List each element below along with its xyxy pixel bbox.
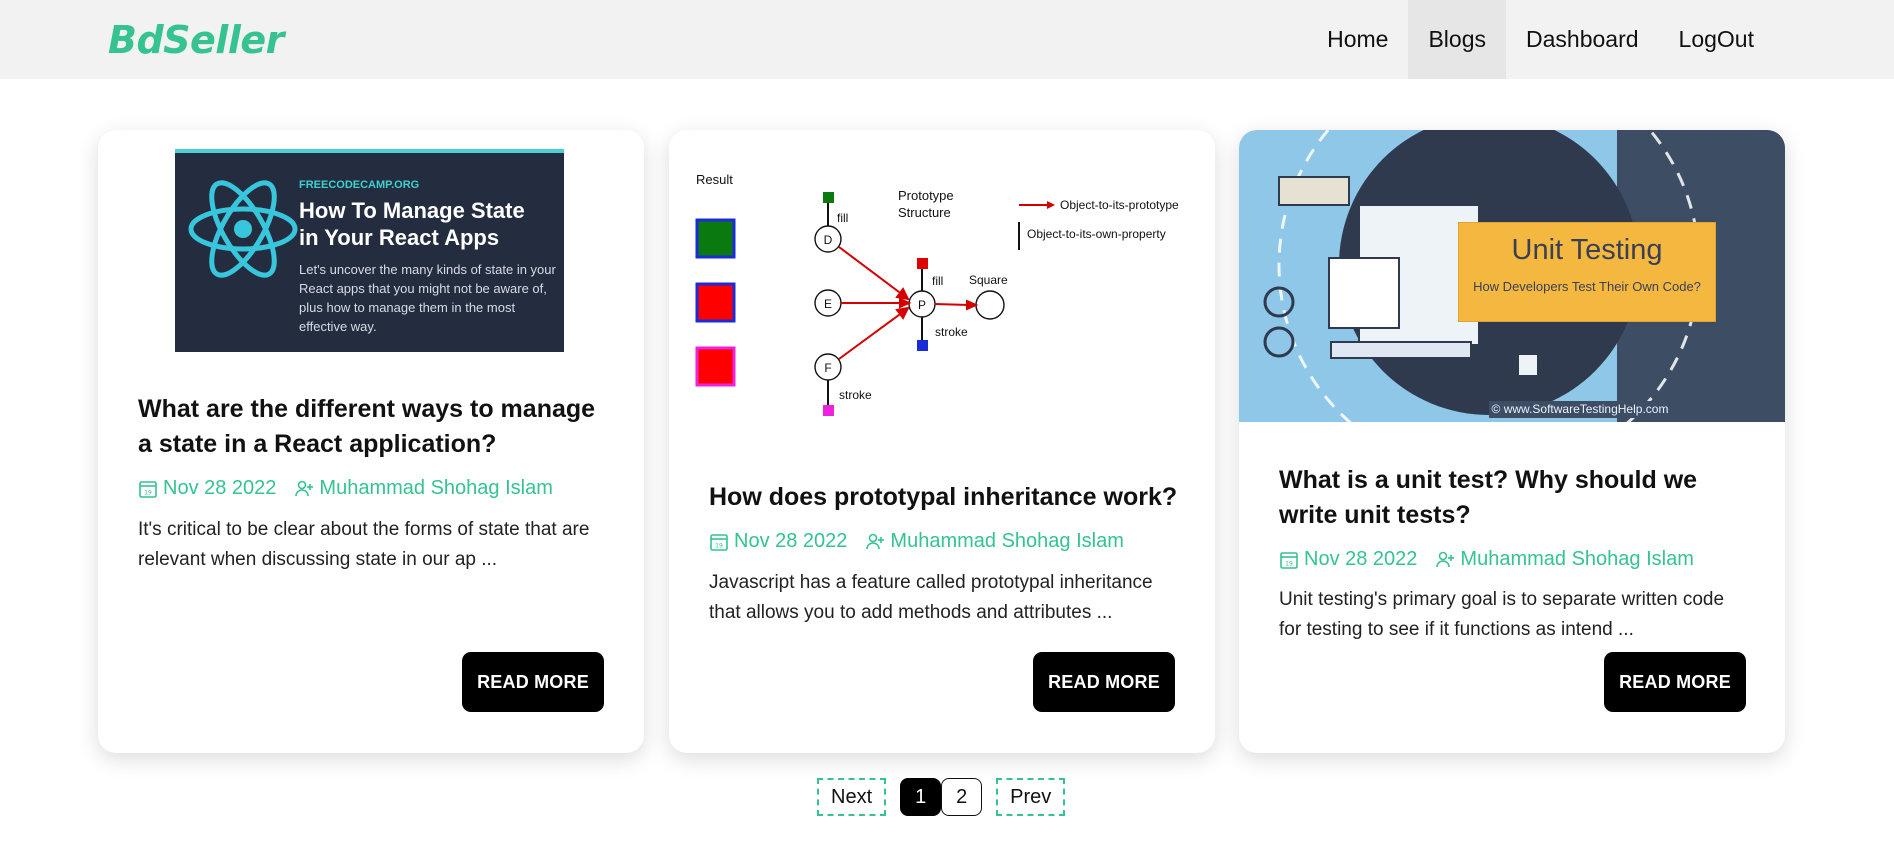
image-credit: © www.SoftwareTestingHelp.com bbox=[1489, 401, 1671, 418]
calendar-icon: 19 bbox=[1279, 550, 1299, 570]
page-button-2[interactable]: 2 bbox=[941, 778, 983, 816]
card-author[interactable]: Muhammad Shohag Islam bbox=[890, 530, 1123, 553]
thumbnail-subtext: Let's uncover the many kinds of state in… bbox=[299, 262, 556, 334]
nav-home[interactable]: Home bbox=[1307, 0, 1408, 79]
top-navbar: BdSeller Home Blogs Dashboard LogOut bbox=[0, 0, 1894, 79]
blog-thumbnail: FREECODECAMP.ORG How To Manage State in … bbox=[175, 149, 564, 352]
user-plus-icon bbox=[294, 479, 314, 499]
user-plus-icon bbox=[1435, 550, 1455, 570]
card-title[interactable]: What is a unit test? Why should we write… bbox=[1279, 463, 1749, 533]
prototype-diagram: Result Prototype Structure Object-to-its… bbox=[695, 172, 1179, 416]
svg-text:Object-to-its-own-property: Object-to-its-own-property bbox=[1027, 227, 1166, 241]
svg-text:fill: fill bbox=[837, 211, 848, 225]
svg-text:stroke: stroke bbox=[935, 325, 968, 339]
card-author[interactable]: Muhammad Shohag Islam bbox=[319, 477, 552, 500]
result-square-red bbox=[695, 282, 736, 323]
blog-thumbnail: Unit Testing How Developers Test Their O… bbox=[1239, 130, 1785, 422]
card-excerpt: Unit testing's primary goal is to separa… bbox=[1279, 589, 1725, 640]
card-date: Nov 28 2022 bbox=[1304, 548, 1418, 570]
card-date: Nov 28 2022 bbox=[163, 477, 277, 499]
svg-text:F: F bbox=[824, 361, 831, 375]
svg-text:19: 19 bbox=[1285, 560, 1293, 567]
svg-text:19: 19 bbox=[715, 542, 723, 549]
svg-text:stroke: stroke bbox=[839, 388, 872, 402]
prev-page-button[interactable]: Prev bbox=[996, 778, 1066, 816]
banner-title: Unit Testing bbox=[1511, 234, 1663, 266]
card-date: Nov 28 2022 bbox=[734, 530, 848, 552]
card-title[interactable]: How does prototypal inheritance work? bbox=[709, 480, 1179, 515]
calendar-icon: 19 bbox=[138, 479, 158, 499]
brand-logo[interactable]: BdSeller bbox=[108, 18, 284, 62]
read-more-button[interactable]: READ MORE bbox=[462, 652, 604, 712]
read-more-button[interactable]: READ MORE bbox=[1604, 652, 1746, 712]
react-logo-icon bbox=[188, 180, 298, 278]
card-meta: 19 Nov 28 2022 Muhammad Shohag Islam bbox=[138, 477, 553, 500]
pagination: Next 1 2 Prev bbox=[817, 778, 1066, 816]
card-title[interactable]: What are the different ways to manage a … bbox=[138, 392, 608, 462]
result-square-pink bbox=[695, 346, 736, 387]
blog-card: Result Prototype Structure Object-to-its… bbox=[669, 130, 1215, 753]
nav-dashboard[interactable]: Dashboard bbox=[1506, 0, 1659, 79]
svg-text:fill: fill bbox=[932, 274, 943, 288]
card-author[interactable]: Muhammad Shohag Islam bbox=[1460, 548, 1693, 571]
thumbnail-tag: FREECODECAMP.ORG bbox=[299, 179, 420, 191]
next-page-button[interactable]: Next bbox=[817, 778, 887, 816]
svg-text:D: D bbox=[824, 233, 833, 247]
banner-subtitle: How Developers Test Their Own Code? bbox=[1473, 279, 1701, 294]
svg-text:Square: Square bbox=[969, 273, 1008, 287]
card-meta: 19 Nov 28 2022 Muhammad Shohag Islam bbox=[709, 530, 1124, 553]
nav-logout[interactable]: LogOut bbox=[1659, 0, 1774, 79]
card-excerpt: It's critical to be clear about the form… bbox=[138, 519, 590, 570]
svg-text:E: E bbox=[824, 297, 832, 311]
user-plus-icon bbox=[865, 532, 885, 552]
svg-text:Structure: Structure bbox=[898, 205, 951, 220]
main-nav: Home Blogs Dashboard LogOut bbox=[1307, 0, 1774, 79]
nav-blogs[interactable]: Blogs bbox=[1408, 0, 1507, 79]
calendar-icon: 19 bbox=[709, 532, 729, 552]
read-more-button[interactable]: READ MORE bbox=[1033, 652, 1175, 712]
svg-text:Prototype: Prototype bbox=[898, 188, 954, 203]
blog-card: FREECODECAMP.ORG How To Manage State in … bbox=[98, 130, 644, 753]
result-square-green bbox=[695, 218, 736, 259]
diagram-result-label: Result bbox=[696, 172, 733, 187]
thumbnail-headline: How To Manage State in Your React Apps bbox=[299, 198, 525, 250]
card-meta: 19 Nov 28 2022 Muhammad Shohag Islam bbox=[1279, 548, 1694, 571]
svg-text:Object-to-its-prototype: Object-to-its-prototype bbox=[1060, 198, 1179, 212]
svg-text:P: P bbox=[918, 298, 926, 312]
svg-text:19: 19 bbox=[144, 489, 152, 496]
page-button-1[interactable]: 1 bbox=[900, 778, 942, 816]
card-excerpt: Javascript has a feature called prototyp… bbox=[709, 572, 1153, 623]
blog-card: Unit Testing How Developers Test Their O… bbox=[1239, 130, 1785, 753]
